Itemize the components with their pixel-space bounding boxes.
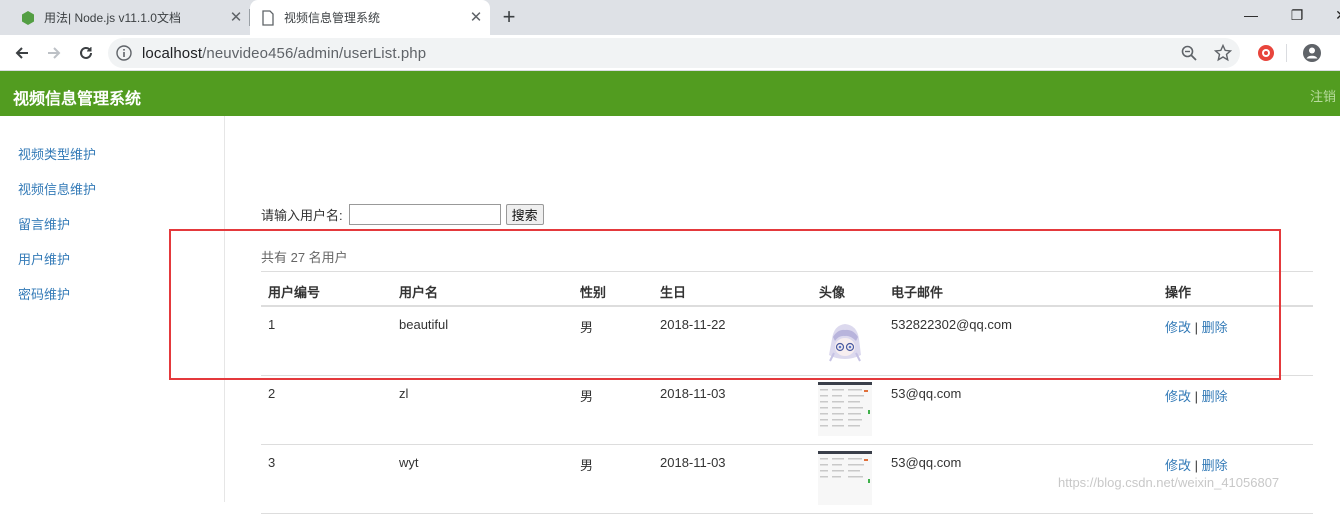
arrow-right-icon [48, 47, 61, 59]
cell-email: 532822302@qq.com [891, 317, 1012, 332]
delete-link[interactable]: 删除 [1202, 320, 1228, 335]
url-text[interactable]: localhost/neuvideo456/admin/userList.php [142, 45, 426, 62]
username-search-input[interactable] [348, 203, 501, 225]
cell-actions: 修改 | 删除 [1165, 455, 1228, 474]
tab-video-system[interactable]: 视频信息管理系统 ✕ [250, 0, 490, 35]
cell-email: 53@qq.com [891, 386, 962, 401]
cell-actions: 修改 | 删除 [1165, 386, 1228, 405]
cell-actions: 修改 | 删除 [1165, 317, 1228, 336]
nodejs-icon [22, 10, 34, 25]
cell-username: zl [399, 386, 409, 401]
action-separator: | [1194, 458, 1199, 473]
back-button[interactable] [8, 39, 36, 67]
extension-icon[interactable] [1256, 43, 1276, 63]
user-count-summary: 共有 27 名用户 [261, 250, 348, 265]
arrow-left-icon [15, 47, 28, 59]
cell-birthday: 2018-11-03 [660, 386, 726, 401]
column-header-id: 用户编号 [268, 285, 321, 300]
cell-email: 53@qq.com [891, 455, 962, 470]
edit-link[interactable]: 修改 [1165, 389, 1191, 404]
column-header-actions: 操作 [1165, 285, 1192, 300]
new-tab-button[interactable]: + [497, 6, 521, 30]
sidebar-item-video-types[interactable]: 视频类型维护 [18, 144, 96, 163]
zoom-icon[interactable] [1180, 44, 1198, 62]
page-icon [262, 9, 274, 26]
action-separator: | [1194, 320, 1199, 335]
app-header: 视频信息管理系统 注销 [0, 71, 1340, 116]
cell-gender: 男 [580, 320, 594, 335]
close-tab-icon[interactable]: ✕ [228, 10, 244, 26]
search-button[interactable]: 搜索 [505, 203, 544, 225]
column-header-email: 电子邮件 [891, 285, 944, 300]
cell-birthday: 2018-11-22 [660, 317, 726, 332]
browser-toolbar: localhost/neuvideo456/admin/userList.php [0, 35, 1340, 71]
column-header-username: 用户名 [399, 285, 439, 300]
info-icon[interactable] [116, 45, 132, 61]
cell-username: beautiful [399, 317, 449, 332]
cell-id: 2 [268, 386, 276, 401]
app-title: 视频信息管理系统 [13, 91, 142, 108]
column-header-birthday: 生日 [660, 285, 687, 300]
cell-id: 3 [268, 455, 276, 470]
reload-icon [80, 46, 92, 59]
window-close-button[interactable]: ✕ [1326, 4, 1340, 26]
close-tab-icon[interactable]: ✕ [468, 10, 484, 26]
browser-tab-strip: 用法| Node.js v11.1.0文档 ✕ 视频信息管理系统 ✕ + — ❐… [0, 0, 1340, 35]
cell-gender: 男 [580, 389, 594, 404]
sidebar-item-video-info[interactable]: 视频信息维护 [18, 179, 96, 198]
edit-link[interactable]: 修改 [1165, 320, 1191, 335]
avatar-anime-image [818, 315, 872, 369]
toolbar-divider [1286, 44, 1287, 62]
watermark-text: https://blog.csdn.net/weixin_41056807 [1058, 475, 1280, 490]
cell-username: wyt [399, 455, 419, 470]
table-row: 2 zl 男 2018-11-03 53@qq.com 修改 | 删除 [261, 376, 1313, 445]
tab-nodejs-docs[interactable]: 用法| Node.js v11.1.0文档 ✕ [0, 0, 250, 35]
column-header-avatar: 头像 [819, 285, 846, 300]
column-header-gender: 性别 [580, 285, 607, 300]
forward-button[interactable] [40, 39, 68, 67]
cell-id: 1 [268, 317, 276, 332]
avatar-screenshot-image [818, 451, 872, 505]
cell-birthday: 2018-11-03 [660, 455, 726, 470]
user-search-form: 请输入用户名: 搜索 [261, 202, 544, 226]
tab-title: 用法| Node.js v11.1.0文档 [44, 11, 181, 25]
cell-gender: 男 [580, 458, 594, 473]
action-separator: | [1194, 389, 1199, 404]
sidebar-item-password[interactable]: 密码维护 [18, 284, 70, 303]
sidebar-item-users[interactable]: 用户维护 [18, 249, 70, 268]
avatar-screenshot-image [818, 382, 872, 436]
restore-button[interactable]: ❐ [1282, 4, 1312, 26]
sidebar-item-messages[interactable]: 留言维护 [18, 214, 70, 233]
tab-title: 视频信息管理系统 [284, 11, 381, 25]
bookmark-star-icon[interactable] [1214, 44, 1232, 62]
table-row: 1 beautiful 男 2018-11-22 532822302@qq.co… [261, 307, 1313, 376]
sidebar: 视频类型维护 视频信息维护 留言维护 用户维护 密码维护 [0, 116, 225, 502]
address-bar[interactable]: localhost/neuvideo456/admin/userList.php [108, 38, 1240, 68]
delete-link[interactable]: 删除 [1202, 389, 1228, 404]
reload-button[interactable] [72, 39, 100, 67]
search-label: 请输入用户名: [261, 207, 343, 223]
logout-link[interactable]: 注销 [1310, 86, 1336, 105]
edit-link[interactable]: 修改 [1165, 458, 1191, 473]
minimize-button[interactable]: — [1236, 4, 1266, 26]
delete-link[interactable]: 删除 [1202, 458, 1228, 473]
account-icon[interactable] [1302, 43, 1322, 63]
table-header: 用户编号 用户名 性别 生日 头像 电子邮件 操作 [261, 271, 1313, 307]
